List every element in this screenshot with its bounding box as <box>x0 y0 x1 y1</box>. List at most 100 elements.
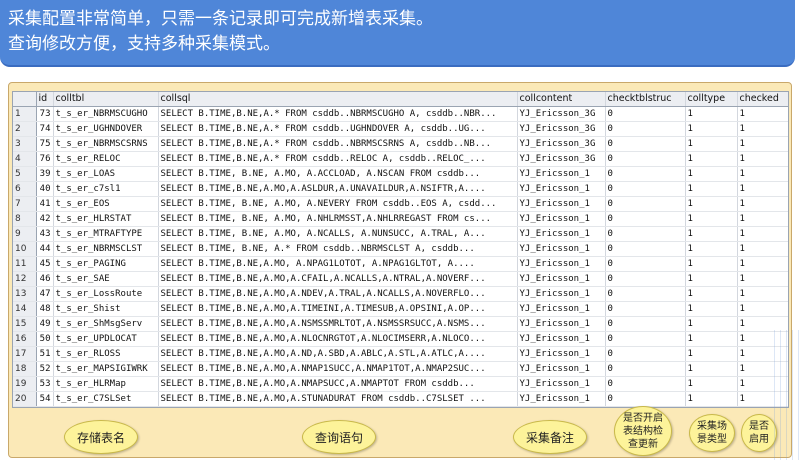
table-cell[interactable]: SELECT B.TIME,B.NE,A.* FROM csddb..NBRMS… <box>158 136 518 152</box>
table-cell[interactable]: 1 <box>685 106 738 122</box>
column-header[interactable]: colltbl <box>53 92 159 107</box>
row-number-cell[interactable]: 17 <box>13 346 37 362</box>
table-cell[interactable]: t_s_er_c7sl1 <box>53 181 159 197</box>
table-cell[interactable]: 46 <box>36 271 54 287</box>
table-cell[interactable]: 75 <box>36 136 54 152</box>
table-cell[interactable]: YJ_Ericsson_1 <box>517 316 606 332</box>
table-cell[interactable]: 0 <box>605 346 686 362</box>
row-number-cell[interactable]: 6 <box>13 181 37 197</box>
row-number-cell[interactable]: 13 <box>13 286 37 302</box>
table-cell[interactable]: 0 <box>605 331 686 347</box>
table-cell[interactable]: t_s_er_HLRSTAT <box>53 211 159 227</box>
table-cell[interactable]: SELECT B.TIME,B.NE,A.* FROM csddb..NBRMS… <box>158 106 518 122</box>
data-grid[interactable]: id colltbl collsql collcontent checktblstruc… <box>12 91 789 408</box>
row-number-cell[interactable]: 4 <box>13 151 37 167</box>
row-number-cell[interactable]: 1 <box>13 106 37 122</box>
row-number-cell[interactable]: 19 <box>13 376 37 392</box>
table-row[interactable]: 13 47 t_s_er_LossRoute SELECT B.TIME,B.NE,A… <box>13 286 788 302</box>
table-cell[interactable]: 1 <box>737 136 788 152</box>
table-cell[interactable]: 39 <box>36 166 54 182</box>
column-header[interactable]: checktblstruc <box>605 92 686 107</box>
table-cell[interactable]: 1 <box>685 121 738 137</box>
table-cell[interactable]: SELECT B.TIME,B.NE,A.MO,A.STUNADURAT FRO… <box>158 391 518 407</box>
table-cell[interactable]: 1 <box>685 406 738 407</box>
row-number-cell[interactable]: 20 <box>13 391 37 407</box>
table-cell[interactable]: 1 <box>685 346 738 362</box>
table-row[interactable]: 7 41 t_s_er_EOS SELECT B.TIME, B.NE, A.MO, … <box>13 196 788 212</box>
table-cell[interactable]: 44 <box>36 241 54 257</box>
column-header[interactable]: checked <box>737 92 788 107</box>
table-cell[interactable]: t_s_er_UPDLOCAT <box>53 331 159 347</box>
table-cell[interactable]: 0 <box>605 271 686 287</box>
table-cell[interactable]: YJ_Ericsson_1 <box>517 361 606 377</box>
table-cell[interactable]: 1 <box>737 256 788 272</box>
table-cell[interactable]: 0 <box>605 301 686 317</box>
column-header[interactable]: collsql <box>158 92 518 107</box>
table-cell[interactable]: 0 <box>605 136 686 152</box>
row-number-cell[interactable]: 10 <box>13 241 37 257</box>
table-cell[interactable]: 0 <box>605 211 686 227</box>
table-row[interactable]: 1 73 t_s_er_NBRMSCUGHO SELECT B.TIME,B.NE,A… <box>13 106 788 122</box>
table-cell[interactable]: 0 <box>605 286 686 302</box>
table-cell[interactable]: SELECT B.TIME,B.NE,A.* FROM csddb..RELOC… <box>158 151 518 167</box>
table-cell[interactable]: 1 <box>737 226 788 242</box>
table-cell[interactable]: 1 <box>737 211 788 227</box>
table-cell[interactable]: 1 <box>685 301 738 317</box>
table-cell[interactable]: SELECT B.TIME, B.NE, A.MO, A.NHLRMSST,A.… <box>158 211 518 227</box>
table-cell[interactable]: SELECT B.TIME,B.NE,A.* FROM csddb..UGHND… <box>158 121 518 137</box>
table-cell[interactable]: t_s_er_MAPSIGIWRK <box>53 361 159 377</box>
table-cell[interactable]: YJ_Ericsson_1 <box>517 346 606 362</box>
table-cell[interactable]: YJ_Ericsson_3G <box>517 106 606 122</box>
table-cell[interactable]: 45 <box>36 256 54 272</box>
table-cell[interactable]: 1 <box>685 361 738 377</box>
table-cell[interactable]: 0 <box>605 256 686 272</box>
table-cell[interactable]: 1 <box>685 256 738 272</box>
table-cell[interactable]: t_s_er_NBRMSCSRNS <box>53 136 159 152</box>
table-cell[interactable]: t_s_er_PAGING <box>53 256 159 272</box>
table-row[interactable]: 5 39 t_s_er_LOAS SELECT B.TIME, B.NE, A.MO,… <box>13 166 788 182</box>
table-row[interactable]: 2155t_s_er_TCREJSELECT B.TIME,B.NE,A.MO,… <box>13 406 788 407</box>
table-cell[interactable]: 42 <box>36 211 54 227</box>
row-number-cell[interactable]: 12 <box>13 271 37 287</box>
table-cell[interactable]: 53 <box>36 376 54 392</box>
table-cell[interactable]: SELECT B.TIME,B.NE,A.MO,A.NSMSSMRLTOT,A.… <box>158 316 518 332</box>
table-cell[interactable]: SELECT B.TIME,B.NE,A.MO,A.NLOCNRGTOT,A.N… <box>158 331 518 347</box>
table-cell[interactable]: 1 <box>737 241 788 257</box>
table-cell[interactable]: SELECT B.TIME,B.NE,A.MO,A.ND,A.SBD,A.ABL… <box>158 346 518 362</box>
table-cell[interactable]: 1 <box>737 181 788 197</box>
table-cell[interactable]: 41 <box>36 196 54 212</box>
table-cell[interactable]: 51 <box>36 346 54 362</box>
table-cell[interactable]: 1 <box>737 301 788 317</box>
table-cell[interactable]: 1 <box>737 151 788 167</box>
column-header[interactable]: collcontent <box>517 92 606 107</box>
table-row[interactable]: 9 43 t_s_er_MTRAFTYPE SELECT B.TIME, B.NE, … <box>13 226 788 242</box>
row-number-cell[interactable]: 18 <box>13 361 37 377</box>
table-cell[interactable]: SELECT B.TIME,B.NE,A.MO,A.CFAIL,A.NCALLS… <box>158 271 518 287</box>
table-cell[interactable]: YJ_Ericsson_1 <box>517 286 606 302</box>
table-cell[interactable]: 76 <box>36 151 54 167</box>
table-cell[interactable]: 49 <box>36 316 54 332</box>
table-row[interactable]: 4 76 t_s_er_RELOC SELECT B.TIME,B.NE,A.* FR… <box>13 151 788 167</box>
table-cell[interactable]: 1 <box>685 181 738 197</box>
table-cell[interactable]: YJ_Ericsson_1 <box>517 376 606 392</box>
column-header[interactable]: colltype <box>685 92 738 107</box>
table-cell[interactable]: 1 <box>685 271 738 287</box>
table-cell[interactable]: 1 <box>685 331 738 347</box>
table-cell[interactable]: 1 <box>737 271 788 287</box>
table-cell[interactable]: YJ_Ericsson_1 <box>517 271 606 287</box>
table-cell[interactable]: 1 <box>685 316 738 332</box>
table-cell[interactable]: t_s_er_NBRMSCUGHO <box>53 106 159 122</box>
table-cell[interactable]: SELECT B.TIME,B.NE,A.MO,A.USENT,A.URECEI… <box>158 406 518 407</box>
table-row[interactable]: 10 44 t_s_er_NBRMSCLST SELECT B.TIME, B.NE,… <box>13 241 788 257</box>
table-cell[interactable]: YJ_Ericsson_1 <box>517 331 606 347</box>
table-cell[interactable]: 1 <box>737 106 788 122</box>
row-number-cell[interactable]: 9 <box>13 226 37 242</box>
table-cell[interactable]: 48 <box>36 301 54 317</box>
table-cell[interactable]: t_s_er_NBRMSCLST <box>53 241 159 257</box>
table-cell[interactable]: SELECT B.TIME,B.NE,A.MO, A.NPAG1LOTOT, A… <box>158 256 518 272</box>
table-cell[interactable]: t_s_er_RLOSS <box>53 346 159 362</box>
table-cell[interactable]: 1 <box>685 151 738 167</box>
table-cell[interactable]: 43 <box>36 226 54 242</box>
table-cell[interactable]: SELECT B.TIME,B.NE,A.MO,A.TIMEINI,A.TIME… <box>158 301 518 317</box>
table-cell[interactable]: 1 <box>737 286 788 302</box>
